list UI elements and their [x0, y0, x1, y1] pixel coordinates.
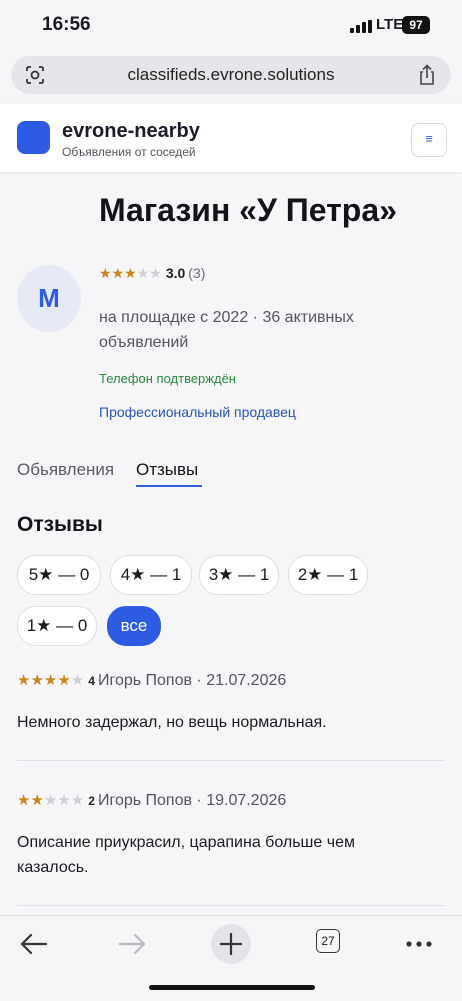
status-bar: 16:56 LTE 97 [0, 0, 462, 52]
site-logo[interactable] [17, 121, 50, 154]
star-filled-icon: ★ [30, 672, 44, 689]
star-filled-icon: ★ [124, 265, 137, 281]
more-icon[interactable] [404, 924, 434, 964]
star-filled-icon: ★ [17, 792, 31, 809]
tabs-button[interactable]: 27 [316, 929, 340, 953]
filter-chip-5[interactable]: 5★ — 0 [17, 555, 101, 595]
star-filled-icon: ★ [30, 792, 44, 809]
filter-chip-2[interactable]: 2★ — 1 [288, 555, 368, 595]
star-empty-icon: ★ [70, 672, 85, 689]
network-label: LTE [376, 16, 404, 33]
share-icon[interactable] [417, 64, 437, 86]
star-filled-icon: ★ [99, 265, 112, 281]
battery-icon: 97 [402, 16, 430, 34]
divider [17, 905, 445, 906]
site-header: evrone-nearby Объявления от соседей ≡ [0, 104, 462, 172]
review-text: Немного задержал, но вещь нормальная. [17, 714, 327, 731]
url-text[interactable]: classifieds.evrone.solutions [11, 65, 451, 85]
review-rating: 2 [88, 794, 95, 808]
review-author-date: Игорь Попов · 19.07.2026 [97, 792, 287, 809]
review-header: ★★★★★ 4 Игорь Попов · 21.07.2026 [17, 671, 286, 690]
seller-meta: на площадке с 2022 · 36 активных объявле… [99, 309, 354, 351]
star-empty-icon: ★ [149, 265, 162, 281]
review-header: ★★★★★ 2 Игорь Попов · 19.07.2026 [17, 791, 286, 810]
verified-badge: Телефон подтверждён [99, 371, 236, 386]
star-filled-icon: ★ [57, 672, 71, 689]
review-stars: ★★★★★ [17, 792, 84, 809]
professional-seller-link[interactable]: Профессиональный продавец [99, 404, 296, 420]
site-brand[interactable]: evrone-nearby [62, 120, 200, 143]
star-empty-icon: ★ [57, 792, 71, 809]
star-filled-icon: ★ [43, 672, 58, 689]
seller-rating: ★★★★★ 3.0 (3) [99, 265, 205, 282]
review-text: Описание приукрасил, царапина больше чем… [17, 834, 355, 876]
avatar: M [17, 265, 81, 332]
status-time: 16:56 [42, 14, 91, 35]
tab-reviews[interactable]: Отзывы [136, 460, 198, 480]
star-filled-icon: ★ [17, 672, 31, 689]
new-tab-button[interactable] [211, 924, 251, 964]
filter-chip-3[interactable]: 3★ — 1 [199, 555, 279, 595]
star-empty-icon: ★ [136, 265, 150, 281]
filter-chip-4[interactable]: 4★ — 1 [110, 555, 192, 595]
address-bar[interactable]: classifieds.evrone.solutions [11, 56, 451, 94]
seller-rating-stars: ★★★★★ [99, 265, 162, 281]
seller-name: Магазин «У Петра» [99, 192, 397, 228]
divider [17, 760, 445, 761]
filter-chip-1[interactable]: 1★ — 0 [17, 606, 97, 646]
star-empty-icon: ★ [70, 792, 85, 809]
tabs-count: 27 [321, 934, 335, 948]
menu-icon: ≡ [425, 131, 433, 146]
star-empty-icon: ★ [43, 792, 58, 809]
review-stars: ★★★★★ [17, 672, 84, 689]
site-tagline: Объявления от соседей [62, 145, 196, 159]
signal-icon [350, 20, 372, 33]
seller-rating-value: 3.0 [165, 265, 186, 281]
forward-arrow-icon[interactable] [116, 924, 148, 964]
menu-button[interactable]: ≡ [411, 123, 447, 157]
review-author-date: Игорь Попов · 21.07.2026 [97, 672, 287, 689]
back-arrow-icon[interactable] [18, 924, 50, 964]
battery-level: 97 [409, 18, 423, 32]
reviews-title: Отзывы [17, 513, 103, 536]
seller-rating-count: (3) [188, 265, 206, 281]
plus-icon [219, 932, 243, 956]
active-tab-indicator [136, 485, 202, 487]
review-rating: 4 [88, 674, 95, 688]
home-indicator [149, 985, 315, 990]
filter-chip-all[interactable]: все [107, 606, 161, 646]
star-filled-icon: ★ [111, 265, 125, 281]
tab-ads[interactable]: Обьявления [17, 460, 114, 480]
